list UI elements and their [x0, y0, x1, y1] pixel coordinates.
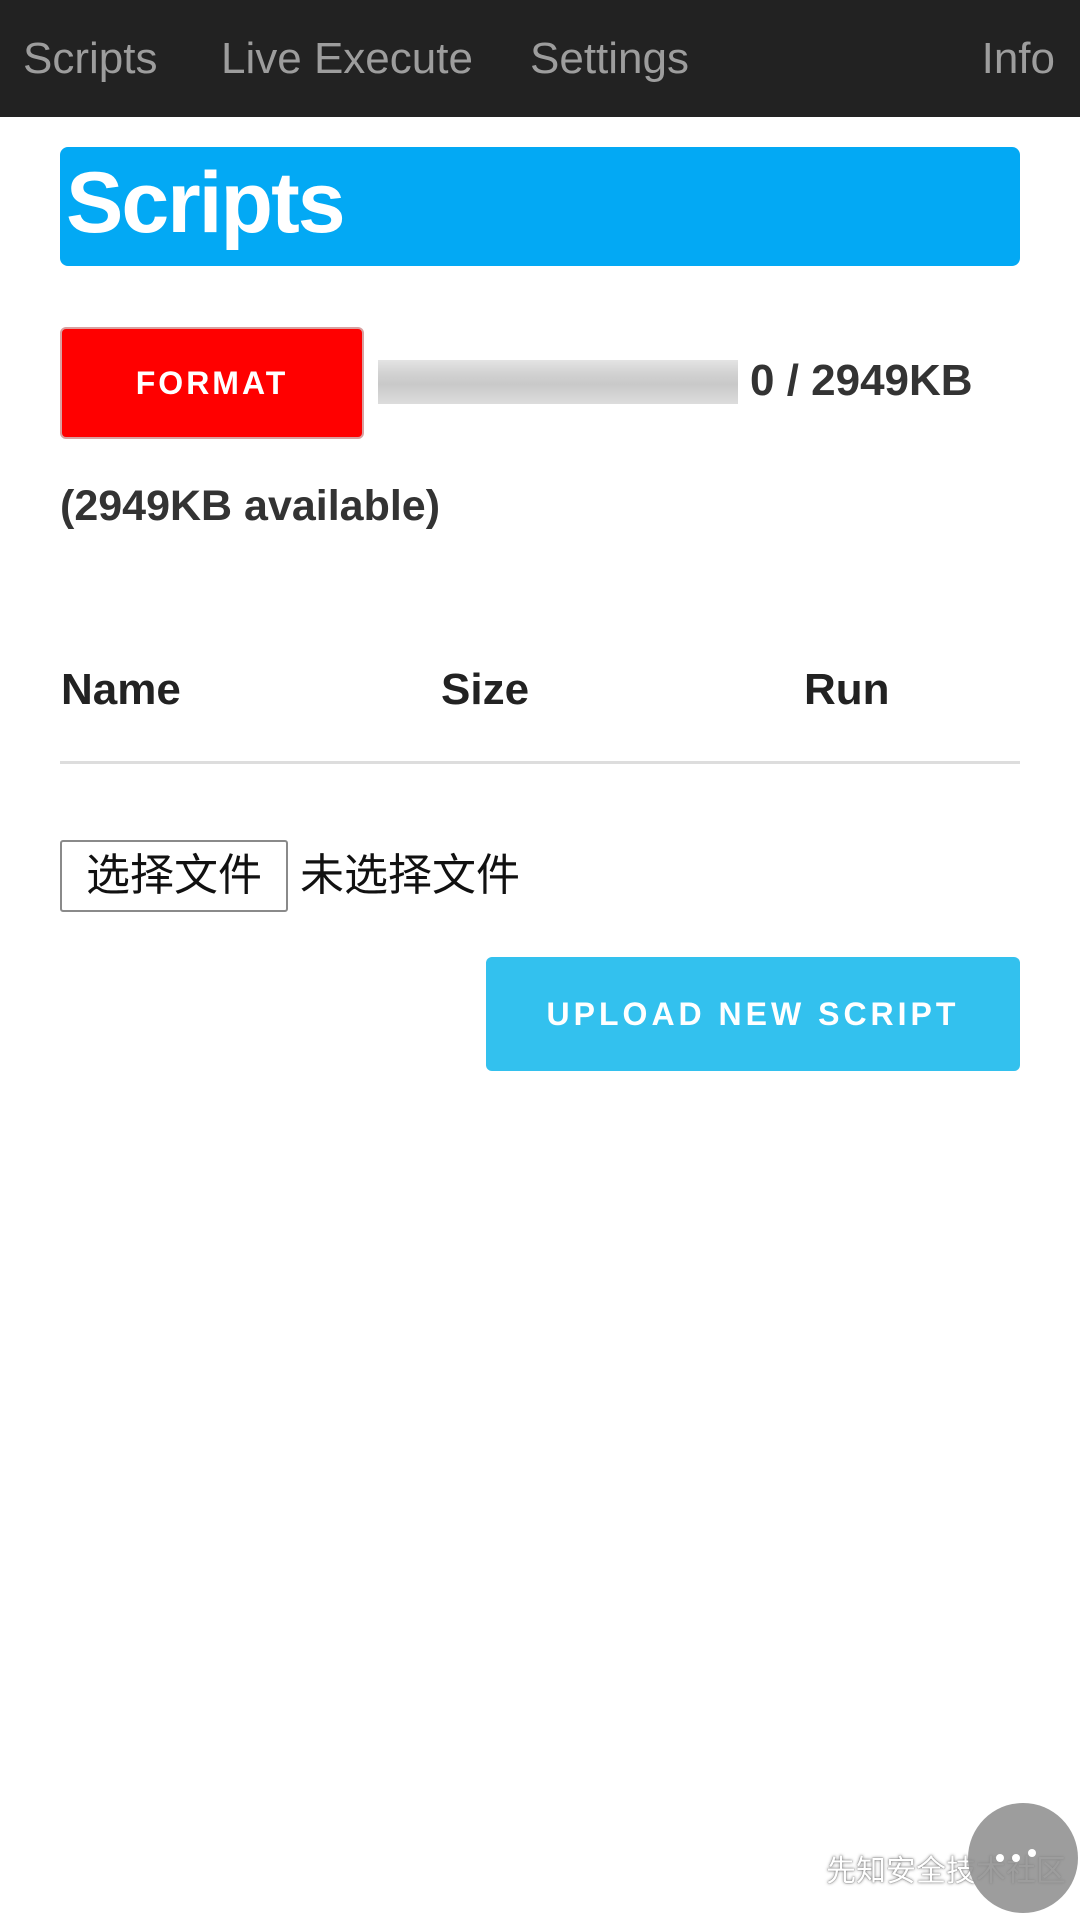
page-title: Scripts — [66, 155, 346, 251]
file-selection-status: 未选择文件 — [300, 851, 520, 900]
column-header-name: Name — [61, 665, 181, 714]
choose-file-button[interactable]: 选择文件 — [60, 840, 288, 912]
top-navbar: Scripts Live Execute Settings Info — [0, 0, 1080, 117]
floating-more-button[interactable] — [968, 1803, 1078, 1913]
format-button[interactable]: FORMAT — [60, 327, 364, 439]
nav-item-settings[interactable]: Settings — [530, 0, 689, 117]
page-title-banner: Scripts — [60, 147, 1020, 266]
scripts-table-header: Name Size Run — [60, 660, 1020, 720]
column-header-run: Run — [804, 665, 890, 714]
wechat-icon — [780, 1849, 820, 1898]
nav-item-scripts[interactable]: Scripts — [23, 0, 157, 117]
upload-new-script-button[interactable]: UPLOAD NEW SCRIPT — [486, 957, 1020, 1071]
storage-usage-text: 0 / 2949KB — [750, 356, 973, 405]
nav-item-live-execute[interactable]: Live Execute — [221, 0, 473, 117]
more-dots-icon — [996, 1849, 1036, 1862]
column-header-size: Size — [441, 665, 530, 714]
storage-available-text: (2949KB available) — [60, 482, 441, 530]
storage-usage-bar — [378, 360, 738, 404]
nav-item-info[interactable]: Info — [982, 0, 1055, 117]
table-divider — [60, 761, 1020, 764]
